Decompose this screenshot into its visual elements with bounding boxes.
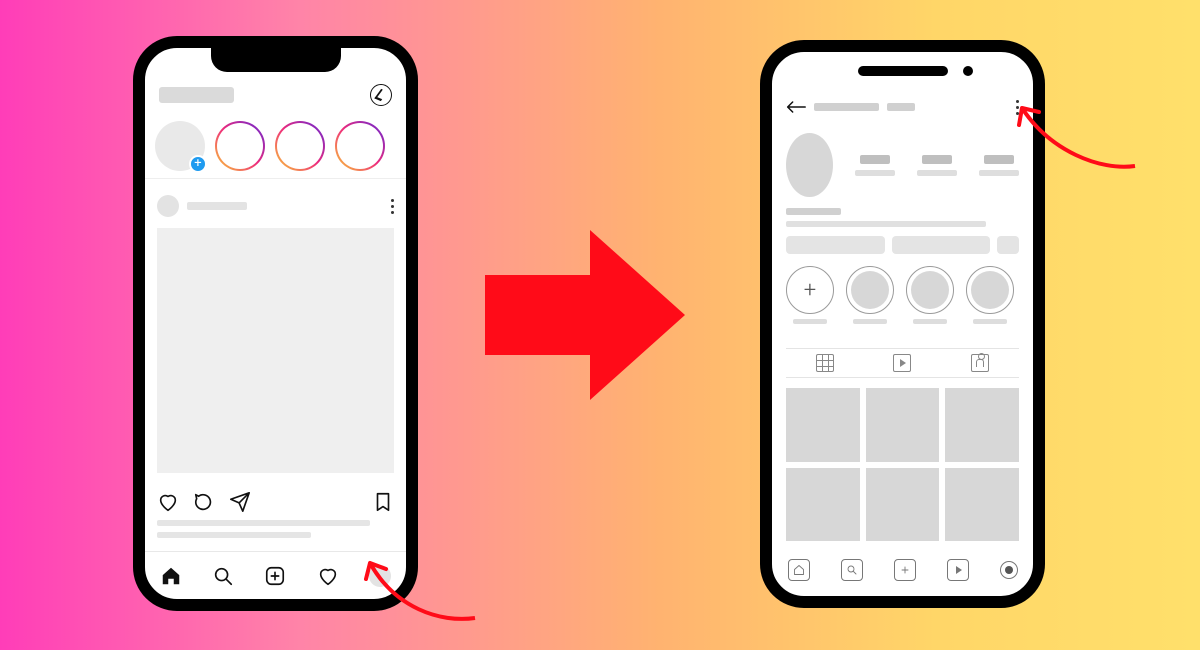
messenger-icon[interactable] bbox=[370, 84, 392, 106]
tagged-tab-icon[interactable] bbox=[971, 354, 989, 372]
highlight-item[interactable] bbox=[906, 266, 954, 324]
post-caption-placeholder bbox=[157, 520, 394, 538]
post-thumbnail[interactable] bbox=[945, 388, 1019, 462]
highlight-add[interactable]: + bbox=[786, 266, 834, 324]
profile-icon[interactable] bbox=[1000, 561, 1018, 579]
posts-grid bbox=[786, 388, 1019, 541]
phone-camera-dot bbox=[963, 66, 973, 76]
plus-icon: + bbox=[804, 278, 816, 303]
profile-header bbox=[772, 92, 1033, 122]
highlight-item[interactable] bbox=[966, 266, 1014, 324]
phone-notch bbox=[211, 48, 341, 72]
more-options-icon[interactable] bbox=[1016, 100, 1019, 115]
your-story[interactable]: + bbox=[155, 121, 205, 171]
username-placeholder bbox=[814, 103, 879, 111]
post-thumbnail[interactable] bbox=[866, 388, 940, 462]
comment-icon[interactable] bbox=[193, 491, 215, 513]
profile-stats-row bbox=[786, 130, 1019, 200]
profile-button-suggestions[interactable] bbox=[997, 236, 1019, 254]
reels-icon[interactable] bbox=[947, 559, 969, 581]
story-item[interactable] bbox=[275, 121, 325, 171]
profile-phone-mockup: + bbox=[760, 40, 1045, 608]
post-more-options-icon[interactable] bbox=[391, 199, 394, 214]
search-icon[interactable] bbox=[841, 559, 863, 581]
app-logo-placeholder bbox=[159, 87, 234, 103]
profile-tab-avatar[interactable] bbox=[369, 565, 391, 587]
story-item[interactable] bbox=[335, 121, 385, 171]
stories-row: + bbox=[145, 114, 406, 179]
post-actions-row bbox=[145, 486, 406, 518]
reels-tab-icon[interactable] bbox=[893, 354, 911, 372]
feed-header bbox=[145, 80, 406, 110]
post-thumbnail[interactable] bbox=[866, 468, 940, 542]
profile-button-secondary[interactable] bbox=[892, 236, 991, 254]
search-icon[interactable] bbox=[212, 565, 234, 587]
stat-posts[interactable] bbox=[855, 155, 895, 176]
bookmark-icon[interactable] bbox=[372, 491, 394, 513]
post-thumbnail[interactable] bbox=[786, 388, 860, 462]
profile-button-primary[interactable] bbox=[786, 236, 885, 254]
like-icon[interactable] bbox=[157, 491, 179, 513]
transition-arrow bbox=[475, 220, 695, 410]
post-author-avatar[interactable] bbox=[157, 195, 179, 217]
stat-following[interactable] bbox=[979, 155, 1019, 176]
profile-content-tabs bbox=[786, 348, 1019, 378]
post-thumbnail[interactable] bbox=[786, 468, 860, 542]
phone-speaker-pill bbox=[858, 66, 948, 76]
stat-followers[interactable] bbox=[917, 155, 957, 176]
story-highlights-row: + bbox=[786, 266, 1019, 324]
home-icon[interactable] bbox=[160, 565, 182, 587]
create-icon[interactable] bbox=[264, 565, 286, 587]
bottom-nav bbox=[772, 552, 1033, 588]
post-author-name-placeholder[interactable] bbox=[187, 202, 247, 210]
post-image-placeholder[interactable] bbox=[157, 228, 394, 473]
feed-phone-mockup: + bbox=[133, 36, 418, 611]
post-header bbox=[145, 188, 406, 224]
activity-heart-icon[interactable] bbox=[317, 565, 339, 587]
add-story-badge[interactable]: + bbox=[189, 155, 207, 173]
bottom-nav bbox=[145, 551, 406, 599]
highlight-item[interactable] bbox=[846, 266, 894, 324]
grid-tab-icon[interactable] bbox=[816, 354, 834, 372]
messenger-bolt-glyph bbox=[374, 89, 387, 101]
profile-bio-placeholder bbox=[786, 208, 1019, 227]
create-icon[interactable] bbox=[894, 559, 916, 581]
profile-avatar[interactable] bbox=[786, 133, 833, 197]
profile-action-buttons bbox=[786, 236, 1019, 254]
story-item[interactable] bbox=[215, 121, 265, 171]
back-arrow-icon[interactable] bbox=[786, 100, 806, 114]
post-thumbnail[interactable] bbox=[945, 468, 1019, 542]
share-icon[interactable] bbox=[229, 491, 251, 513]
home-icon[interactable] bbox=[788, 559, 810, 581]
username-placeholder-secondary bbox=[887, 103, 915, 111]
